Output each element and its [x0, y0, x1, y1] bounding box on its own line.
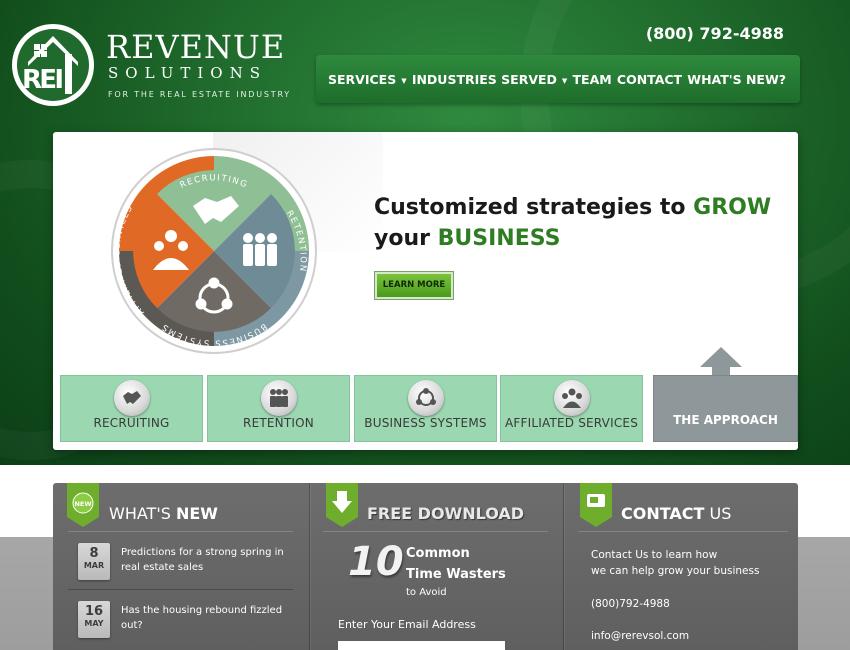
approach-label: THE APPROACH — [673, 413, 778, 427]
tile-label: RECRUITING — [93, 416, 170, 430]
download-line3: to Avoid — [406, 587, 447, 598]
headline-part1: Customized strategies to — [374, 195, 694, 220]
email-input[interactable] — [338, 641, 505, 650]
contact-title-light: US — [704, 504, 732, 523]
header-phone[interactable]: (800) 792-4988 — [646, 24, 784, 43]
nav-industries-served[interactable]: INDUSTRIES SERVED ▼ — [412, 72, 567, 87]
nav-services-label: SERVICES — [328, 71, 397, 87]
nav-whats-new[interactable]: WHAT'S NEW? — [687, 72, 786, 87]
new-badge-text: NEW — [74, 500, 91, 508]
logo-subtitle: SOLUTIONS — [108, 64, 267, 82]
service-tiles: RECRUITING RETENTION BUSINESS SYSTEMS AF… — [60, 347, 798, 442]
nav-team[interactable]: TEAM — [573, 72, 612, 87]
logo-tagline: FOR THE REAL ESTATE INDUSTRY — [108, 90, 291, 99]
date-badge: 16 MAY — [78, 601, 110, 638]
nav-services[interactable]: SERVICES ▼ — [328, 72, 407, 87]
tile-the-approach[interactable]: THE APPROACH — [653, 375, 798, 442]
news-item[interactable]: 16 MAY Has the housing rebound fizzled o… — [78, 601, 288, 650]
network-icon — [408, 380, 444, 416]
contact-us-title: CONTACT US — [621, 504, 731, 523]
tile-label: BUSINESS SYSTEMS — [364, 416, 487, 430]
hero-panel: RECRUITING RETENTION BUSINESS SYSTEMS AF… — [53, 132, 798, 450]
contact-phone[interactable]: (800)792-4988 — [591, 596, 670, 612]
download-number: 10 — [348, 539, 404, 585]
download-line2: Time Wasters — [406, 567, 506, 582]
news-link[interactable]: Has the housing rebound fizzled out? — [121, 603, 291, 633]
up-arrow-icon — [700, 347, 742, 377]
tile-affiliated-services[interactable]: AFFILIATED SERVICES — [500, 375, 643, 442]
news-separator — [68, 589, 293, 590]
free-download-title: FREE DOWNLOAD — [367, 504, 525, 523]
contact-line1: Contact Us to learn how — [591, 549, 718, 561]
date-badge: 8 MAR — [78, 543, 110, 580]
caret-down-icon: ▼ — [401, 76, 407, 85]
date-day: 8 — [89, 546, 99, 561]
info-panel: NEW WHAT'S NEW 8 MAR Predictions for a s… — [53, 483, 798, 650]
handshake-icon — [114, 380, 150, 416]
people-icon — [243, 233, 277, 266]
nav-industries-label: INDUSTRIES SERVED — [411, 71, 557, 87]
news-link[interactable]: Predictions for a strong spring in real … — [121, 545, 291, 575]
tile-retention[interactable]: RETENTION — [207, 375, 350, 442]
headline-part2: your — [374, 226, 438, 251]
news-item[interactable]: 8 MAR Predictions for a strong spring in… — [78, 543, 288, 593]
caret-down-icon: ▼ — [561, 76, 568, 85]
date-day: 16 — [84, 604, 104, 619]
rei-logo-icon: REI — [12, 24, 94, 106]
whats-new-title: WHAT'S NEW — [109, 504, 218, 523]
tile-business-systems[interactable]: BUSINESS SYSTEMS — [354, 375, 497, 442]
logo-monogram: REI — [22, 65, 64, 95]
tile-label: AFFILIATED SERVICES — [504, 416, 639, 430]
tile-recruiting[interactable]: RECRUITING — [60, 375, 203, 442]
contact-email[interactable]: info@rerevsol.com — [591, 628, 689, 644]
tile-label: RETENTION — [243, 416, 314, 430]
column-divider — [309, 483, 310, 650]
new-badge-icon: NEW — [67, 483, 99, 527]
contact-line2: we can help grow your business — [591, 565, 760, 577]
header-area: REI REVENUE SOLUTIONS FOR THE REAL ESTAT… — [0, 0, 850, 465]
main-nav: SERVICES ▼ INDUSTRIES SERVED ▼ TEAM CONTAC… — [316, 55, 800, 103]
people-icon — [261, 380, 297, 416]
nav-contact[interactable]: CONTACT — [617, 72, 682, 87]
column-divider — [563, 483, 564, 650]
date-month: MAR — [83, 561, 105, 570]
logo[interactable]: REI REVENUE SOLUTIONS FOR THE REAL ESTAT… — [10, 22, 300, 112]
email-label: Enter Your Email Address — [338, 618, 476, 631]
whats-new-title-light: WHAT'S — [109, 504, 176, 523]
services-wheel: RECRUITING RETENTION BUSINESS SYSTEMS AF… — [111, 148, 317, 354]
title-rule — [323, 531, 548, 532]
download-line1: Common — [406, 546, 470, 561]
whats-new-title-bold: NEW — [175, 504, 218, 523]
contact-title-bold: CONTACT — [621, 504, 705, 523]
team-icon — [554, 380, 590, 416]
title-rule — [68, 531, 293, 532]
headline-business: BUSINESS — [437, 226, 561, 251]
title-rule — [578, 531, 788, 532]
headline-grow: GROW — [693, 195, 772, 220]
learn-more-button[interactable]: LEARN MORE — [374, 271, 454, 300]
hero-headline: Customized strategies to GROW your BUSIN… — [374, 192, 794, 254]
date-month: MAY — [84, 619, 104, 628]
logo-wordmark: REVENUE — [106, 28, 286, 66]
contact-badge-icon — [580, 483, 612, 527]
download-badge-icon — [326, 483, 358, 527]
